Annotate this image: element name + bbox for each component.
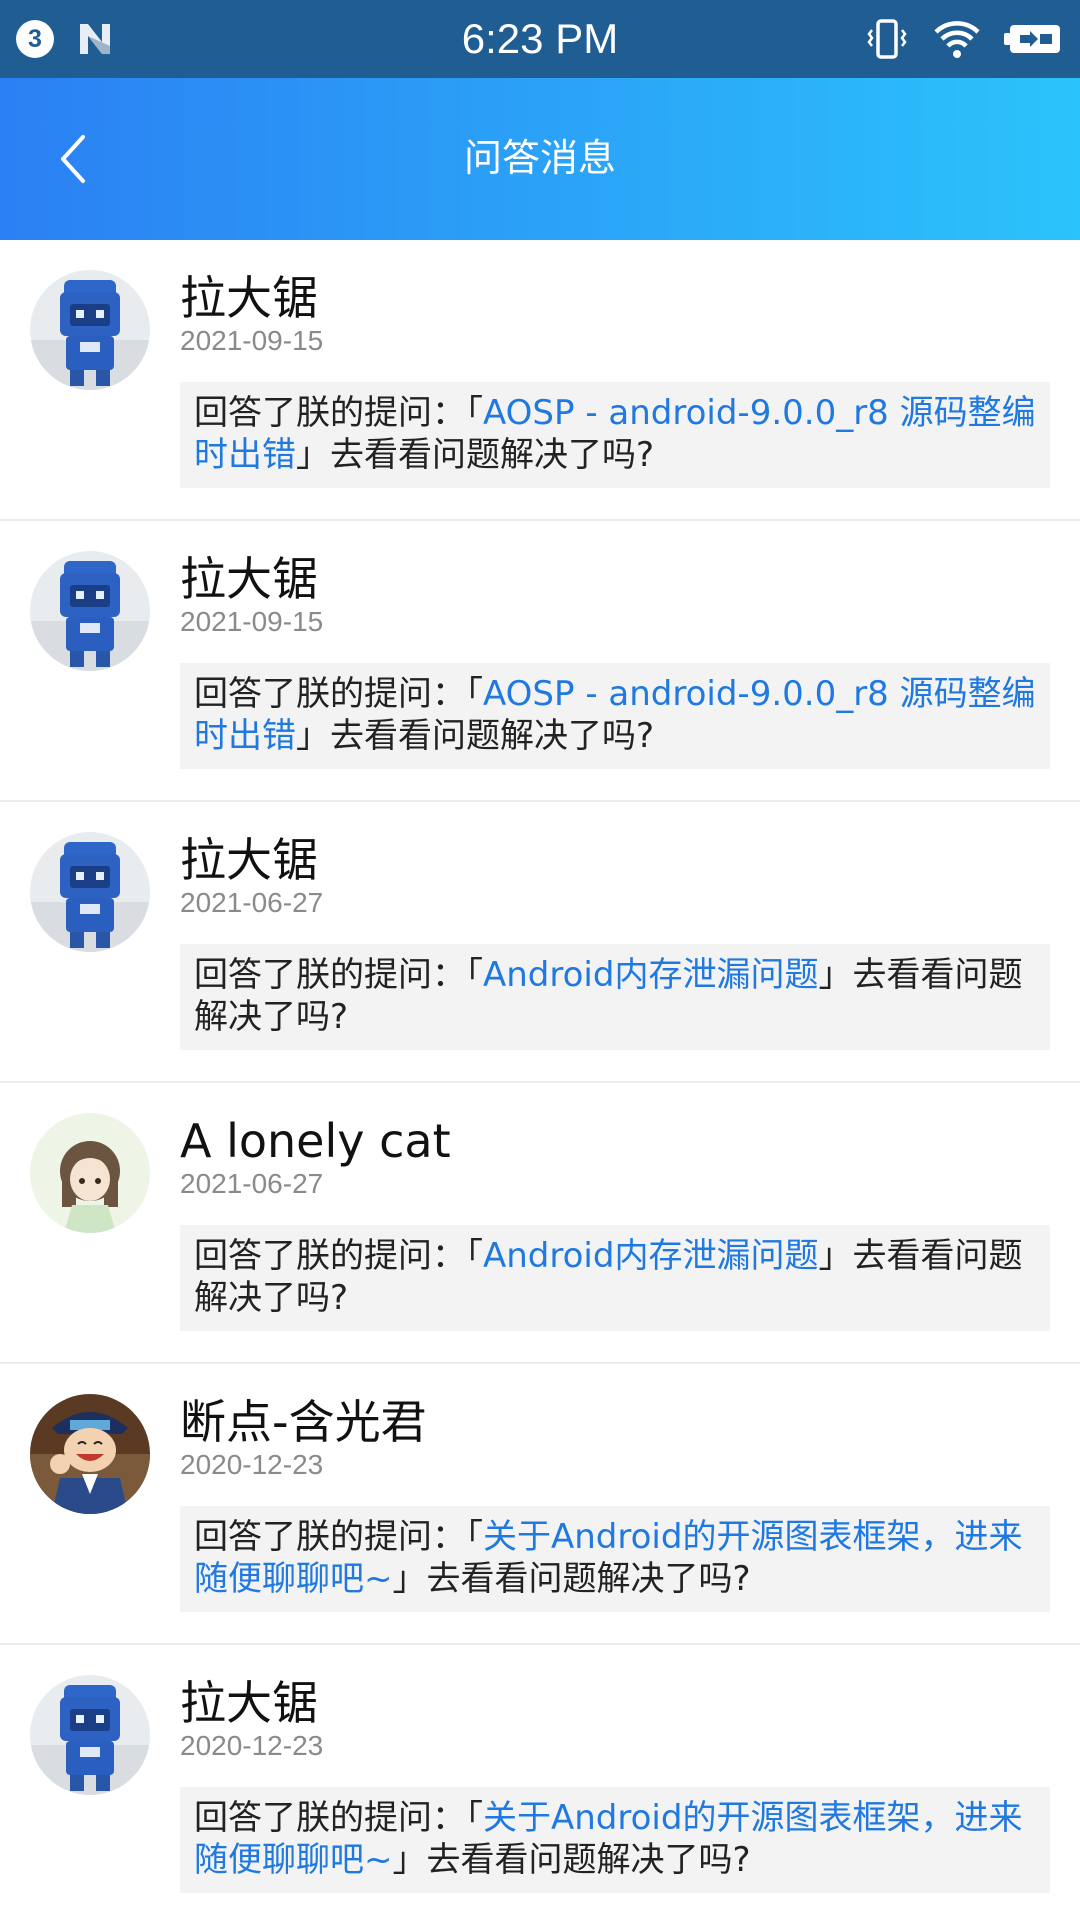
message-suffix: 」去看看问题解决了吗? xyxy=(296,435,655,475)
robot-avatar-icon xyxy=(30,832,150,952)
item-date: 2021-06-27 xyxy=(180,887,324,918)
message-box[interactable]: 回答了朕的提问：「关于Android的开源图表框架，进来随便聊聊吧~」去看看问题… xyxy=(180,1506,1050,1612)
avatar[interactable] xyxy=(30,832,150,952)
cartoon-boy-avatar-icon xyxy=(30,1394,150,1514)
message-prefix: 回答了朕的提问：「 xyxy=(194,1517,483,1557)
avatar[interactable] xyxy=(30,270,150,390)
item-date: 2020-12-23 xyxy=(180,1730,324,1761)
girl-avatar-icon xyxy=(30,1113,150,1233)
message-box[interactable]: 回答了朕的提问：「AOSP - android-9.0.0_r8 源码整编时出错… xyxy=(180,382,1050,488)
avatar[interactable] xyxy=(30,551,150,671)
user-name: 拉大锯 xyxy=(180,552,318,606)
item-date: 2021-06-27 xyxy=(180,1168,324,1199)
message-prefix: 回答了朕的提问：「 xyxy=(194,393,483,433)
message-prefix: 回答了朕的提问：「 xyxy=(194,1798,483,1838)
message-box[interactable]: 回答了朕的提问：「Android内存泄漏问题」去看看问题解决了吗? xyxy=(180,1225,1050,1331)
robot-avatar-icon xyxy=(30,270,150,390)
item-date: 2021-09-15 xyxy=(180,606,324,637)
avatar[interactable] xyxy=(30,1394,150,1514)
status-bar: 3 6:23 PM xyxy=(0,0,1080,78)
message-box[interactable]: 回答了朕的提问：「AOSP - android-9.0.0_r8 源码整编时出错… xyxy=(180,663,1050,769)
user-name: 拉大锯 xyxy=(180,271,318,325)
battery-charging-icon xyxy=(1004,22,1062,56)
question-link[interactable]: Android内存泄漏问题 xyxy=(483,955,818,995)
robot-avatar-icon xyxy=(30,1675,150,1795)
item-date: 2021-09-15 xyxy=(180,325,324,356)
status-right xyxy=(864,14,1062,64)
user-name: 断点-含光君 xyxy=(180,1395,427,1449)
page-title: 问答消息 xyxy=(463,136,616,180)
user-name: 拉大锯 xyxy=(180,833,318,887)
user-name: A lonely cat xyxy=(180,1114,451,1168)
message-prefix: 回答了朕的提问：「 xyxy=(194,955,483,995)
avatar[interactable] xyxy=(30,1675,150,1795)
app-bar: 问答消息 xyxy=(0,78,1080,240)
vibrate-icon xyxy=(864,16,910,62)
avatar[interactable] xyxy=(30,1113,150,1233)
message-box[interactable]: 回答了朕的提问：「关于Android的开源图表框架，进来随便聊聊吧~」去看看问题… xyxy=(180,1787,1050,1893)
message-list: 拉大锯 2021-09-15 回答了朕的提问：「AOSP - android-9… xyxy=(0,240,1080,1920)
message-prefix: 回答了朕的提问：「 xyxy=(194,674,483,714)
list-item-4[interactable]: 断点-含光君 2020-12-23 回答了朕的提问：「关于Android的开源图… xyxy=(0,1364,1080,1645)
question-link[interactable]: Android内存泄漏问题 xyxy=(483,1236,818,1276)
message-suffix: 」去看看问题解决了吗? xyxy=(392,1559,751,1599)
message-suffix: 」去看看问题解决了吗? xyxy=(296,716,655,756)
item-date: 2020-12-23 xyxy=(180,1449,324,1480)
message-prefix: 回答了朕的提问：「 xyxy=(194,1236,483,1276)
list-item-5[interactable]: 拉大锯 2020-12-23 回答了朕的提问：「关于Android的开源图表框架… xyxy=(0,1645,1080,1920)
list-item-3[interactable]: A lonely cat 2021-06-27 回答了朕的提问：「Android… xyxy=(0,1083,1080,1364)
message-box[interactable]: 回答了朕的提问：「Android内存泄漏问题」去看看问题解决了吗? xyxy=(180,944,1050,1050)
user-name: 拉大锯 xyxy=(180,1676,318,1730)
message-suffix: 」去看看问题解决了吗? xyxy=(392,1840,751,1880)
list-item-1[interactable]: 拉大锯 2021-09-15 回答了朕的提问：「AOSP - android-9… xyxy=(0,521,1080,802)
list-item-0[interactable]: 拉大锯 2021-09-15 回答了朕的提问：「AOSP - android-9… xyxy=(0,240,1080,521)
list-item-2[interactable]: 拉大锯 2021-06-27 回答了朕的提问：「Android内存泄漏问题」去看… xyxy=(0,802,1080,1083)
robot-avatar-icon xyxy=(30,551,150,671)
wifi-icon xyxy=(934,18,980,60)
screen: 3 6:23 PM 问答消息 拉大锯 2021-09-15 回答了朕的提问：「A… xyxy=(0,0,1080,1920)
